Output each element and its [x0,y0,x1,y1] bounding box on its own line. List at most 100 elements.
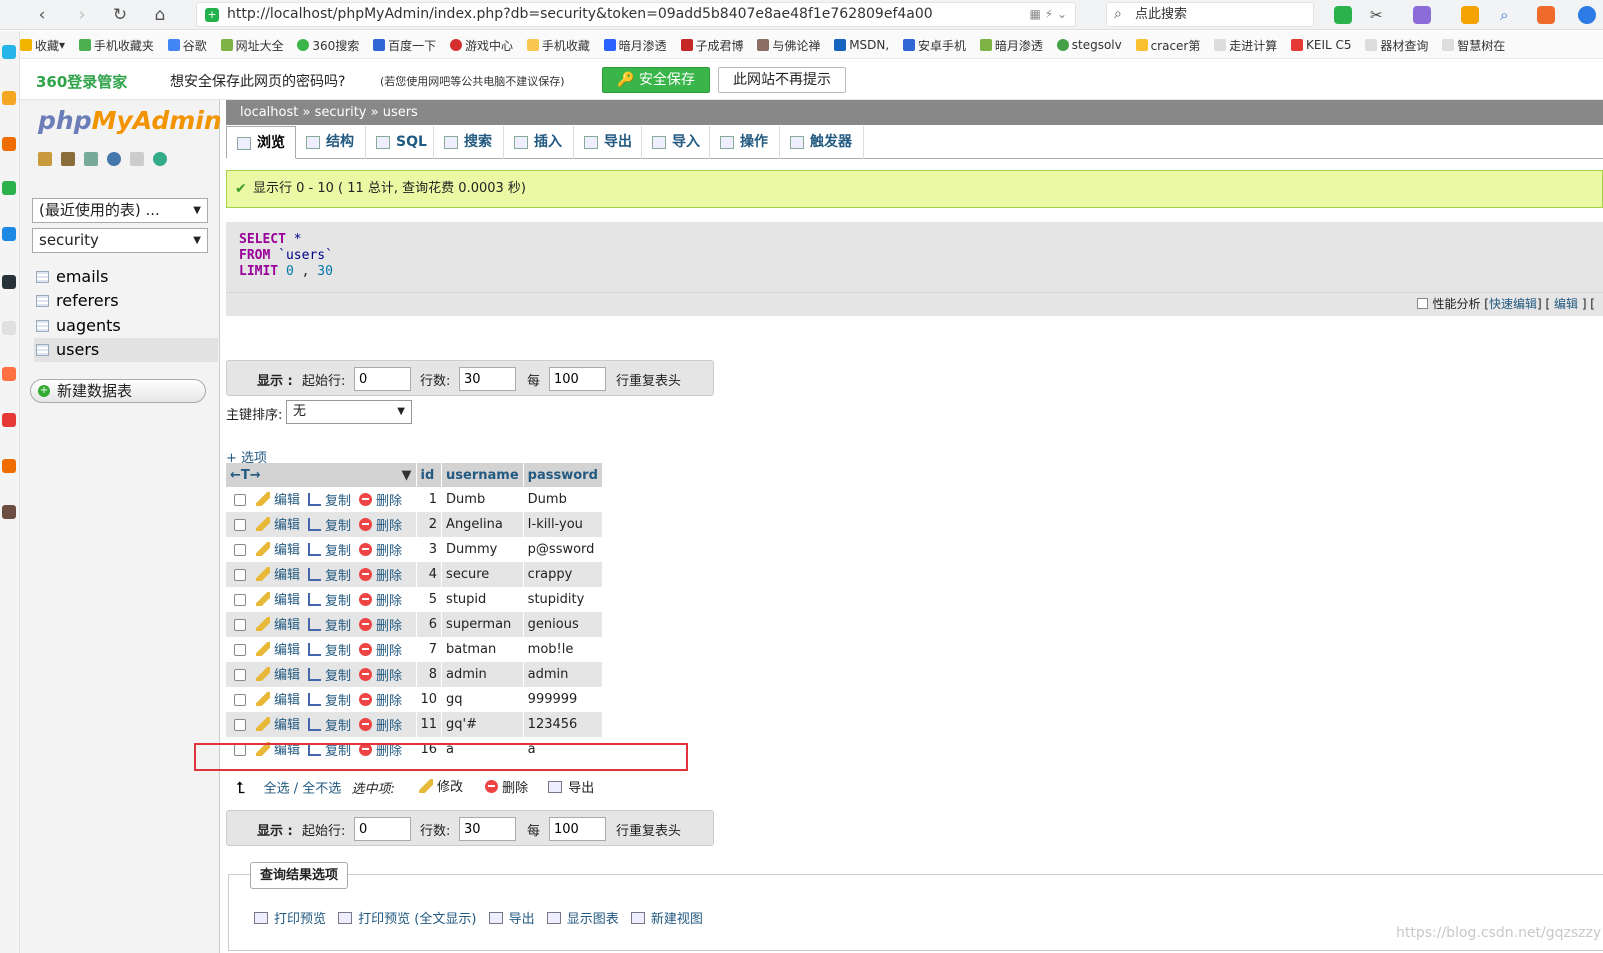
account-icon[interactable] [1578,6,1596,24]
tab-insert[interactable]: 插入 [504,126,574,159]
row-checkbox[interactable] [234,593,246,606]
tab-export[interactable]: 导出 [574,126,642,159]
edit-row-button[interactable]: 编辑 [256,564,300,583]
rows-input[interactable] [459,817,516,841]
row-checkbox[interactable] [234,718,246,731]
tab-triggers[interactable]: 触发器 [780,126,864,159]
display-chart-link[interactable]: 显示图表 [546,912,619,927]
bookmark-item[interactable]: 谷歌 [167,31,207,58]
edit-row-button[interactable]: 编辑 [256,539,300,558]
copy-row-button[interactable]: 复制 [308,590,351,609]
profiling-checkbox[interactable] [1417,298,1429,309]
cell-username[interactable]: gq [441,687,524,712]
edit-row-button[interactable]: 编辑 [256,689,300,708]
tab-import[interactable]: 导入 [642,126,710,159]
cell-password[interactable]: crappy [523,562,603,587]
bookmark-item[interactable]: 智慧树在 [1442,31,1505,58]
delete-row-button[interactable]: 删除 [359,515,402,534]
column-header-username[interactable]: username [441,463,524,487]
cell-id[interactable]: 5 [416,587,443,612]
reload-icon[interactable] [153,152,167,166]
coupon-icon[interactable] [1461,6,1479,24]
delete-row-button[interactable]: 删除 [359,490,402,509]
table-row[interactable]: 编辑 复制 删除 11 gq'# 123456 [226,712,603,737]
bookmark-item[interactable]: 器材查询 [1365,31,1428,58]
select-none-link[interactable]: 全不选 [302,782,341,797]
translate-icon[interactable] [1413,6,1431,24]
cell-username[interactable]: gq'# [441,712,524,737]
app-icon[interactable] [2,413,16,427]
app-icon[interactable] [2,227,16,241]
address-bar[interactable]: + http://localhost/phpMyAdmin/index.php?… [196,2,1076,27]
sidebar-table-referers[interactable]: referers [34,289,218,313]
app-icon[interactable] [2,137,16,151]
cell-id[interactable]: 3 [416,537,443,562]
tab-sql[interactable]: SQL [366,126,434,159]
cell-password[interactable]: 999999 [523,687,603,712]
table-row[interactable]: 编辑 复制 删除 1 Dumb Dumb [226,487,603,512]
cell-username[interactable]: secure [441,562,524,587]
cell-id[interactable]: 8 [416,662,443,687]
bookmark-item[interactable]: 与佛论禅 [757,31,820,58]
copy-row-button[interactable]: 复制 [308,640,351,659]
bookmark-item[interactable]: 暗月渗透 [979,31,1043,58]
cell-id[interactable]: 11 [416,712,443,737]
cell-id[interactable]: 1 [416,487,443,512]
repeat-every-input[interactable] [549,817,606,841]
cell-username[interactable]: superman [441,612,524,637]
edit-row-button[interactable]: 编辑 [256,614,300,633]
copy-row-button[interactable]: 复制 [308,565,351,584]
cell-username[interactable]: Dummy [441,537,524,562]
delete-row-button[interactable]: 删除 [359,615,402,634]
help-icon[interactable] [107,152,121,166]
edit-row-button[interactable]: 编辑 [256,589,300,608]
bulk-delete-button[interactable]: 删除 [485,777,528,796]
tab-operations[interactable]: 操作 [710,126,780,159]
bookmark-item[interactable]: 手机收藏夹 [78,31,154,58]
database-select[interactable]: security ▼ [32,228,208,253]
delete-row-button[interactable]: 删除 [359,690,402,709]
table-row[interactable]: 编辑 复制 删除 6 superman genious [226,612,603,637]
bookmark-item[interactable]: 安卓手机 [903,31,966,58]
cell-password[interactable]: Dumb [523,487,603,512]
row-checkbox[interactable] [234,568,246,581]
cell-password[interactable]: I-kill-you [523,512,603,537]
select-all-link[interactable]: 全选 [264,782,290,797]
column-header-id[interactable]: id [416,463,443,487]
exit-icon[interactable] [61,152,75,166]
sidebar-table-users[interactable]: users [34,338,218,362]
home-icon[interactable]: ⌂ [148,4,172,26]
app-icon[interactable] [2,91,16,105]
copy-row-button[interactable]: 复制 [308,665,351,684]
table-row[interactable]: 编辑 复制 删除 2 Angelina I-kill-you [226,512,603,537]
rows-input[interactable] [459,367,516,391]
edit-row-button[interactable]: 编辑 [256,639,300,658]
cell-id[interactable]: 10 [416,687,443,712]
copy-row-button[interactable]: 复制 [308,515,351,534]
sidebar-table-emails[interactable]: emails [34,265,218,289]
edit-query-link[interactable]: 编辑 [1554,297,1578,311]
edit-row-button[interactable]: 编辑 [256,714,300,733]
bookmark-item[interactable]: 暗月渗透 [603,31,667,58]
breadcrumb-server[interactable]: localhost [240,105,298,120]
sql-icon[interactable] [84,152,98,166]
app-icon[interactable] [2,321,16,335]
copy-row-button[interactable]: 复制 [308,490,351,509]
column-resize-icon[interactable]: ←T→ [230,468,261,483]
cell-username[interactable]: stupid [441,587,524,612]
row-checkbox[interactable] [234,518,246,531]
bookmark-item[interactable]: MSDN, [834,31,889,58]
breadcrumb-table[interactable]: users [383,105,418,120]
scissors-icon[interactable]: ✂ [1370,6,1388,24]
delete-row-button[interactable]: 删除 [359,640,402,659]
row-checkbox[interactable] [234,643,246,656]
app-icon[interactable] [2,181,16,195]
forward-icon[interactable]: › [70,4,94,26]
cell-password[interactable]: mob!le [523,637,603,662]
bookmark-item[interactable]: 子成君博 [680,31,744,58]
edit-row-button[interactable]: 编辑 [256,514,300,533]
bookmark-item[interactable]: 百度一下 [373,31,436,58]
print-preview-link[interactable]: 打印预览 [254,912,326,927]
row-checkbox[interactable] [234,493,246,506]
home-icon[interactable] [38,152,52,166]
